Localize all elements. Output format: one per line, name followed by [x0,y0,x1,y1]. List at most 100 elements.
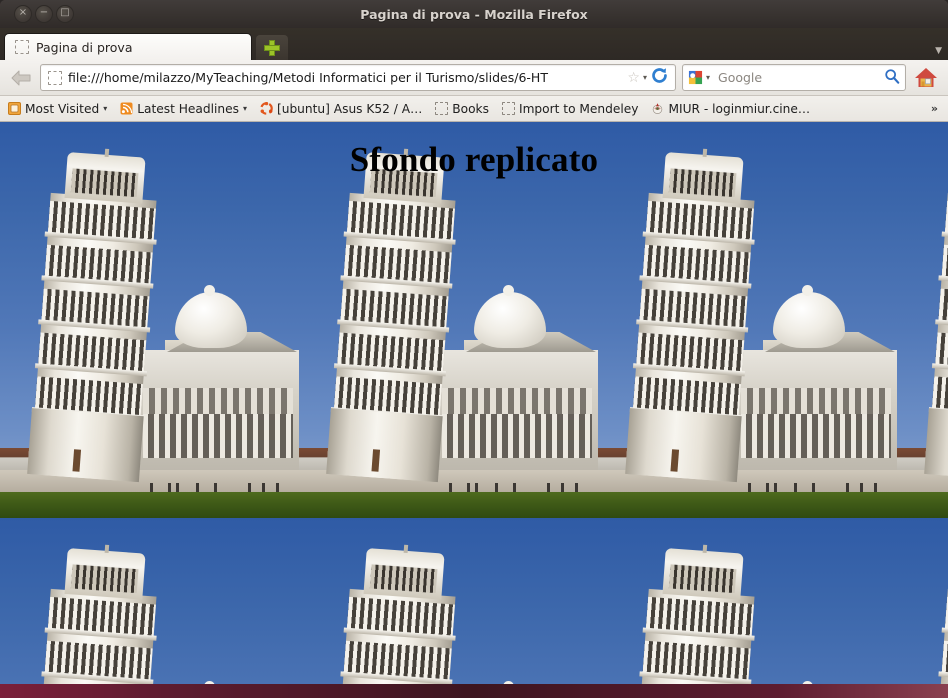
history-dropdown-icon[interactable]: ▾ [643,73,647,82]
tower-arcade-ring [938,288,948,330]
person-figure [168,483,171,492]
title-bar: × − □ Pagina di prova - Mozilla Firefox [0,0,948,28]
bookmark-most-visited[interactable]: Most Visited ▾ [8,102,107,116]
ubuntu-icon [260,102,273,115]
page-viewport[interactable]: Sfondo replicato [0,122,948,684]
tower-arcade-ring [47,200,156,242]
url-bar[interactable]: file:///home/milazzo/MyTeaching/Metodi I… [40,64,676,91]
url-text: file:///home/milazzo/MyTeaching/Metodi I… [68,70,548,85]
person-figure [150,483,153,492]
tower-arcade-ring [47,596,156,638]
search-go-button[interactable] [884,68,900,88]
double-chevron-right-icon: » [930,102,938,115]
person-figure [176,483,179,492]
person-figure [794,483,797,492]
bookmark-books[interactable]: Books [435,102,489,116]
search-bar[interactable]: ▾ Google [682,64,906,91]
close-button[interactable]: × [14,5,32,23]
background-tile [0,518,299,684]
bookmark-label: Books [452,101,489,116]
tower-arcade-ring [38,332,147,374]
tower-arcade-ring [639,288,748,330]
rss-feed-icon [120,102,133,115]
minimize-button[interactable]: − [35,5,53,23]
bookmark-label: Latest Headlines [137,101,239,116]
bookmarks-overflow-button[interactable]: » [931,102,938,115]
chevron-down-icon: ▾ [242,104,247,113]
person-figure [774,483,777,492]
bookmark-label: Most Visited [25,101,100,116]
most-visited-icon [8,102,21,115]
reload-icon [652,68,667,83]
tower-arcade-ring [346,200,455,242]
people-group [897,474,948,492]
sky [897,518,948,684]
navigation-toolbar: file:///home/milazzo/MyTeaching/Metodi I… [0,60,948,96]
star-icon[interactable]: ☆ [627,70,640,86]
tower-finial [702,544,708,554]
tower-arcade-ring [41,288,150,330]
tower-arcade-ring [642,244,751,286]
duomo-upper-arcade [442,388,592,414]
background-tile [897,518,948,684]
bookmark-import-to-mendeley[interactable]: Import to Mendeley [501,101,639,116]
tower-finial [403,544,409,554]
tower-belfry [363,548,445,600]
person-figure [846,483,849,492]
grass-lawn [0,492,299,518]
person-figure [748,483,751,492]
page-background-tiled [0,122,948,684]
bookmark-label: Import to Mendeley [518,101,639,116]
bookmark-latest-headlines[interactable]: Latest Headlines ▾ [120,102,247,116]
tower-belfry [662,548,744,600]
person-figure [467,483,470,492]
tower-arcade-ring [343,640,452,682]
maximize-button[interactable]: □ [56,5,74,23]
new-tab-button[interactable] [256,35,288,60]
home-button[interactable] [912,64,940,92]
person-figure [262,483,265,492]
person-figure [248,483,251,492]
bookmarks-toolbar: Most Visited ▾ Latest Headlines ▾ [ubunt… [0,96,948,122]
person-figure [860,483,863,492]
tower-arcade-ring [941,640,948,682]
tower-arcade-ring [645,596,754,638]
people-group [0,474,299,492]
background-tile [299,122,598,518]
search-engine-dropdown-icon[interactable]: ▾ [706,73,710,82]
page-title: Sfondo replicato [349,140,599,179]
person-figure [874,483,877,492]
background-tile [897,122,948,518]
tower-base [27,408,144,483]
leaning-tower-of-pisa [326,145,459,483]
bookmark-ubuntu-asus[interactable]: [ubuntu] Asus K52 / A… [260,102,422,116]
maximize-icon: □ [60,7,70,18]
tower-arcade-ring [642,640,751,682]
leaning-tower-of-pisa [27,145,160,483]
tower-base [326,408,443,483]
reload-button[interactable] [651,67,668,88]
tab-pagina-di-prova[interactable]: Pagina di prova [4,33,252,60]
background-tile [299,518,598,684]
background-tile [598,122,897,518]
people-group [299,474,598,492]
person-figure [495,483,498,492]
background-tile [0,122,299,518]
bookmark-miur[interactable]: MIUR - loginmiur.cine… [651,102,810,116]
person-figure [214,483,217,492]
tower-arcade-ring [340,288,449,330]
tower-arcade-ring [44,640,153,682]
placeholder-favicon-icon [501,102,515,115]
tower-arcade-ring [346,596,455,638]
minimize-icon: − [39,7,49,18]
tower-arcade-ring [941,244,948,286]
back-button[interactable] [8,65,34,91]
tab-list-button[interactable]: ▼ [935,46,942,56]
people-group [598,474,897,492]
bookmark-label: [ubuntu] Asus K52 / A… [276,101,423,116]
duomo-dome-cap [503,285,514,296]
person-figure [812,483,815,492]
tower-finial [104,544,110,554]
search-input[interactable]: Google [714,70,884,85]
person-figure [196,483,199,492]
